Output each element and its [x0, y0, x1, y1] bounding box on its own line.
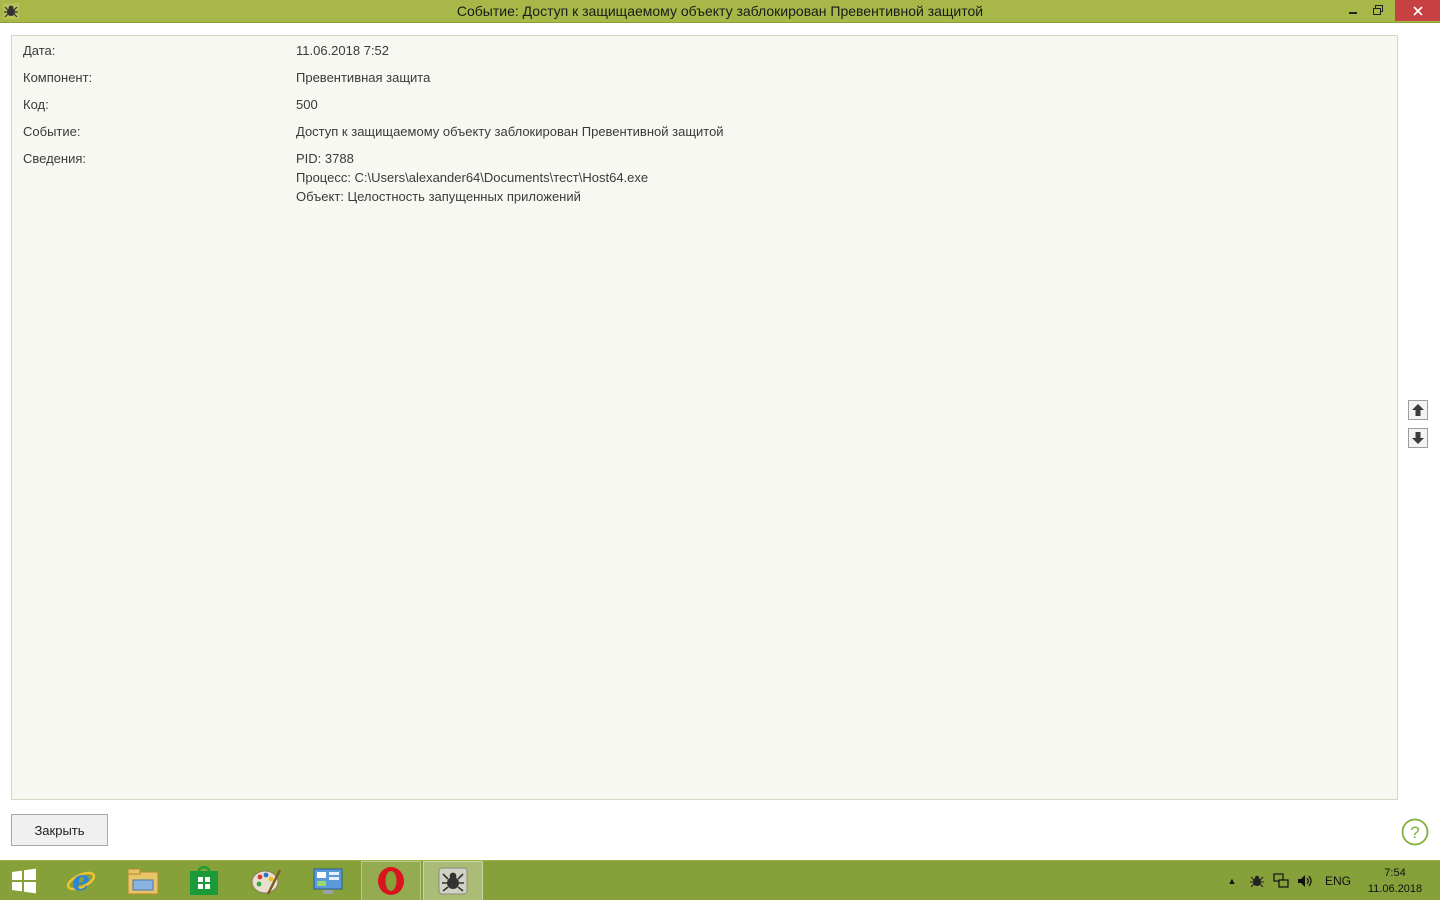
tray-drweb[interactable] [1246, 861, 1268, 901]
close-button[interactable]: Закрыть [11, 814, 108, 846]
system-clock[interactable]: 7:54 11.06.2018 [1362, 865, 1428, 897]
arrow-up-icon [1412, 404, 1424, 416]
taskbar-ie[interactable]: e [51, 861, 111, 901]
taskbar: e ▲ ENG 7:54 11.06.2018 [0, 860, 1440, 901]
tray-network[interactable] [1270, 861, 1292, 901]
windows-start-icon [12, 868, 36, 894]
svg-text:e: e [72, 865, 90, 897]
taskbar-store[interactable] [174, 861, 234, 901]
minimize-icon [1349, 12, 1357, 14]
event-details-panel: Дата: 11.06.2018 7:52 Компонент: Превент… [11, 35, 1398, 800]
language-indicator[interactable]: ENG [1318, 861, 1358, 901]
tray-expand-button[interactable]: ▲ [1224, 861, 1240, 901]
help-button[interactable]: ? [1401, 818, 1429, 846]
clock-time: 7:54 [1384, 867, 1406, 879]
network-icon [1273, 873, 1289, 888]
event-label: Событие: [23, 124, 81, 139]
code-label: Код: [23, 97, 49, 112]
drweb-spider-icon [438, 867, 468, 895]
info-label: Сведения: [23, 151, 87, 166]
info-value: PID: 3788 Процесс: C:\Users\alexander64\… [296, 149, 648, 206]
component-value: Превентивная защита [296, 70, 431, 85]
paint-palette-icon [251, 869, 282, 895]
close-icon [1412, 5, 1423, 16]
code-value: 500 [296, 97, 318, 112]
component-label: Компонент: [23, 70, 93, 85]
folder-icon [127, 868, 159, 895]
taskbar-opera[interactable] [361, 861, 421, 901]
next-event-button[interactable] [1408, 428, 1428, 448]
info-line-process: Процесс: C:\Users\alexander64\Documents\… [296, 170, 649, 185]
info-line-object: Объект: Целостность запущенных приложени… [296, 189, 581, 204]
svg-text:?: ? [1410, 823, 1419, 842]
event-value: Доступ к защищаемому объекту заблокирова… [296, 124, 724, 139]
control-panel-icon [313, 868, 343, 894]
window-title: Событие: Доступ к защищаемому объекту за… [456, 3, 984, 19]
start-button[interactable] [0, 861, 48, 901]
taskbar-explorer[interactable] [113, 861, 173, 901]
close-window-button[interactable] [1395, 0, 1440, 21]
date-label: Дата: [23, 43, 56, 58]
taskbar-drweb[interactable] [423, 861, 483, 901]
previous-event-button[interactable] [1408, 400, 1428, 420]
clock-date: 11.06.2018 [1367, 883, 1423, 895]
minimize-button[interactable] [1340, 0, 1366, 20]
store-icon [190, 866, 218, 895]
drweb-tray-icon [1250, 875, 1264, 888]
title-bar: Событие: Доступ к защищаемому объекту за… [0, 0, 1440, 23]
taskbar-control-panel[interactable] [298, 861, 358, 901]
help-icon: ? [1401, 818, 1429, 846]
ie-icon: e [66, 865, 96, 897]
restore-icon [1373, 5, 1383, 15]
restore-button[interactable] [1366, 0, 1390, 20]
tray-volume[interactable] [1294, 861, 1316, 901]
date-value: 11.06.2018 7:52 [296, 43, 390, 58]
speaker-icon [1298, 875, 1312, 887]
taskbar-paint[interactable] [236, 861, 296, 901]
arrow-down-icon [1412, 432, 1424, 444]
info-line-pid: PID: 3788 [296, 151, 354, 166]
opera-icon [378, 867, 404, 895]
